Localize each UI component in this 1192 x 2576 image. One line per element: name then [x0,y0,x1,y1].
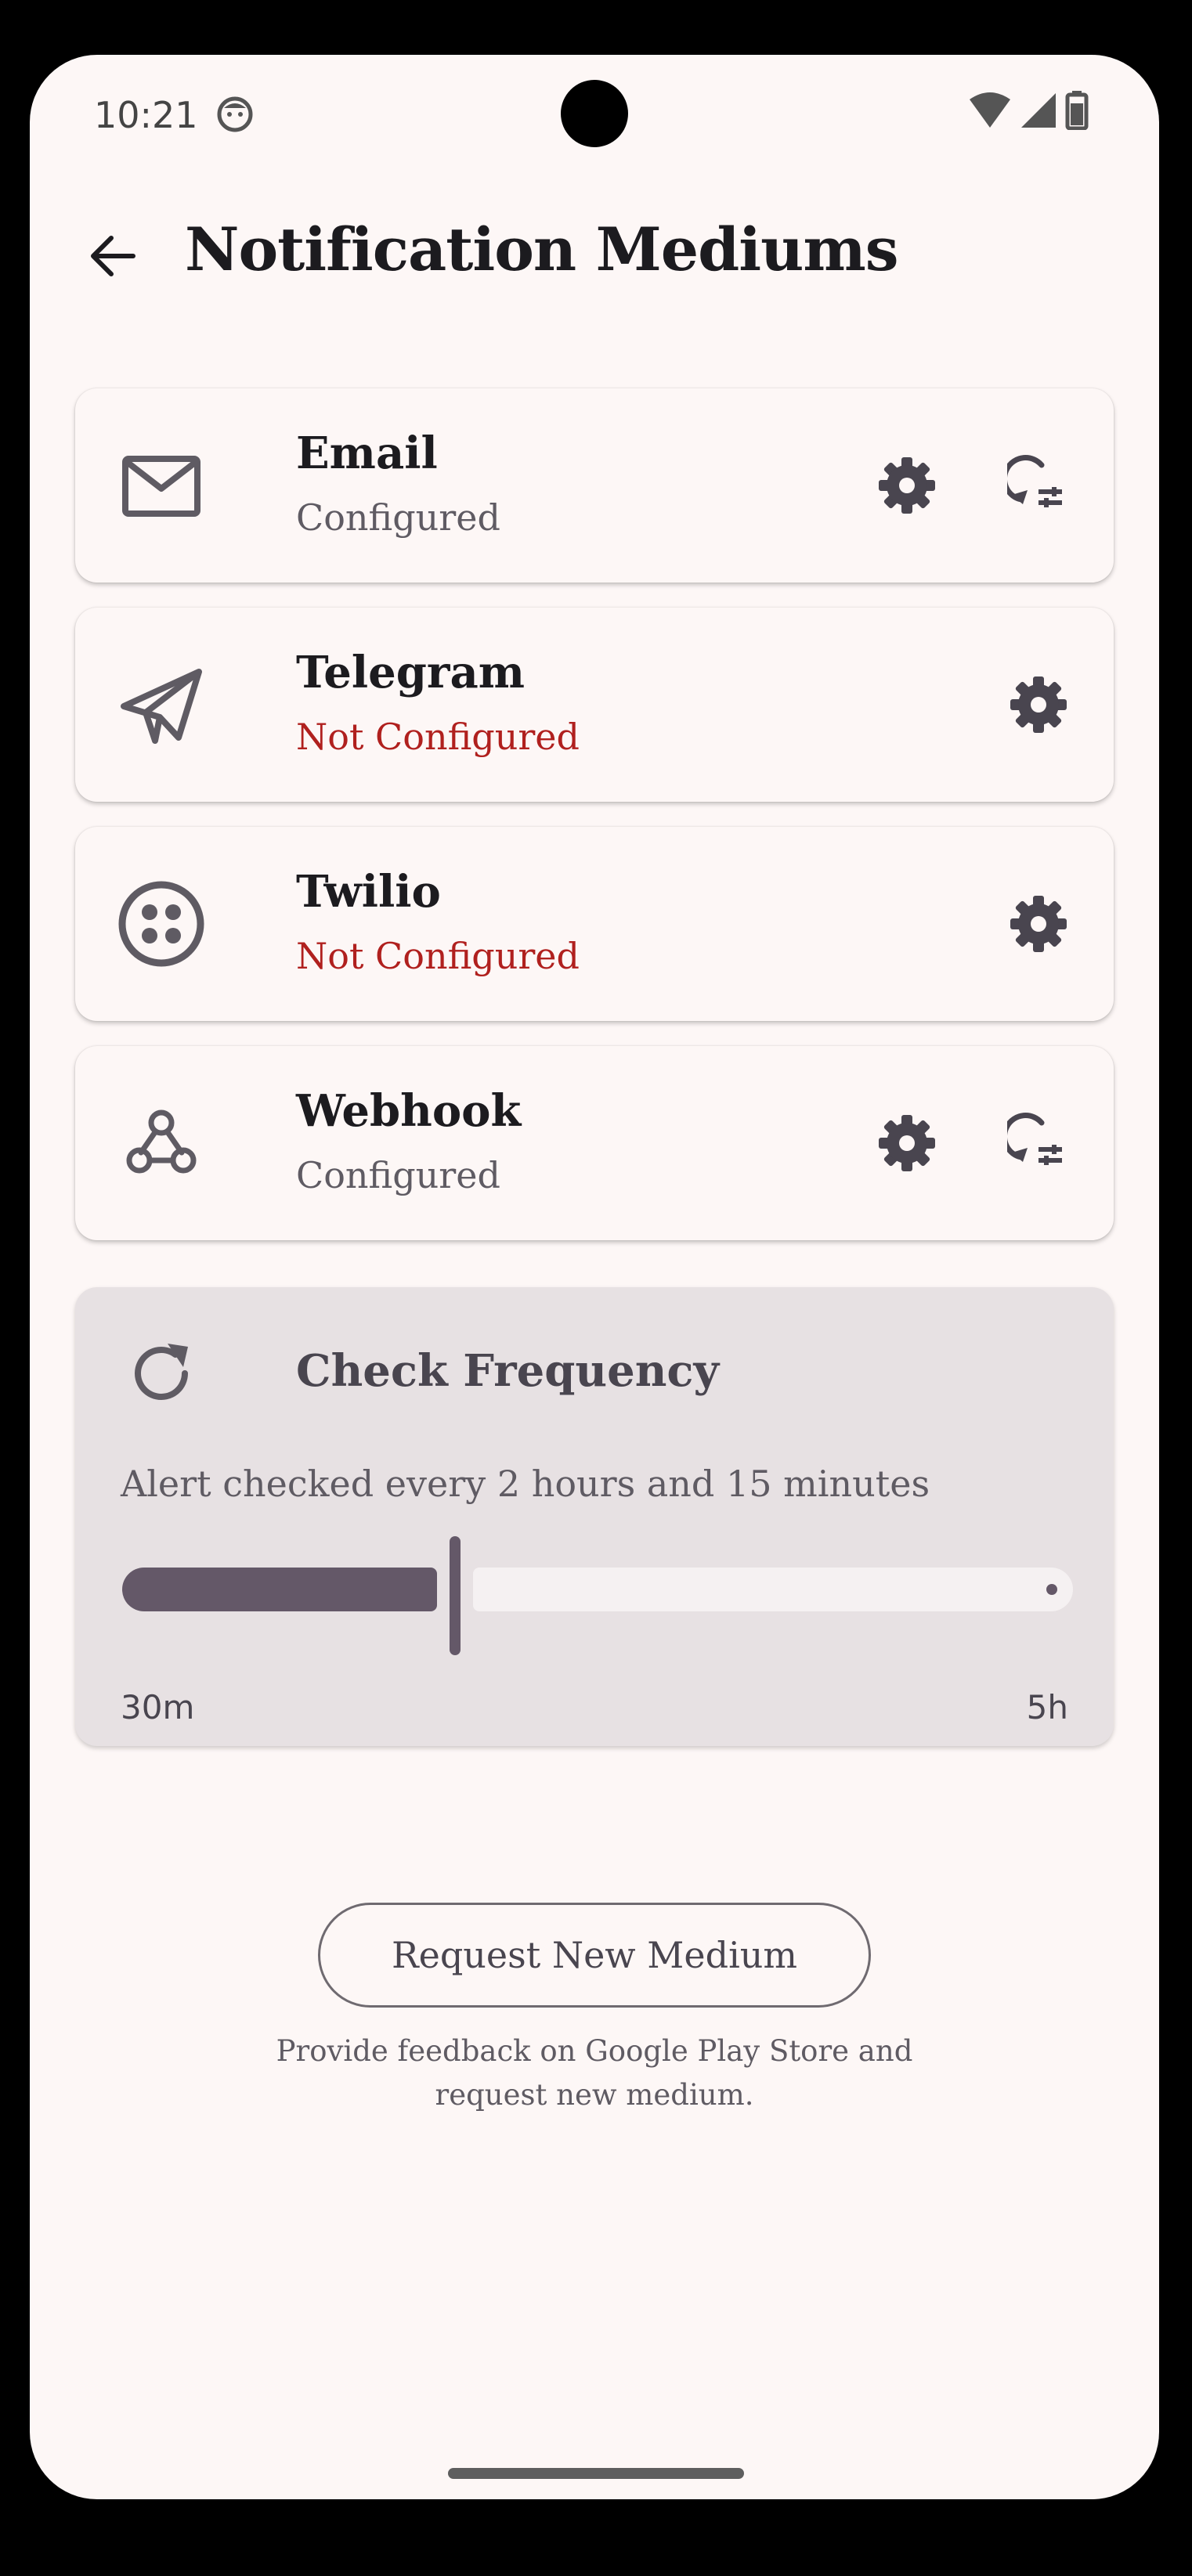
home-indicator[interactable] [448,2468,744,2479]
medium-card-telegram[interactable]: Telegram Not Configured [75,608,1114,802]
status-icons [968,91,1089,130]
slider-max-label: 5h [1026,1688,1068,1726]
medium-name: Webhook [296,1085,522,1137]
slider-inactive-track [473,1568,1073,1611]
slider-thumb[interactable] [450,1536,461,1655]
phone-screen: 10:21 Notification Mediums Email Configu… [30,55,1159,2499]
slider-stop-indicator [1046,1584,1057,1595]
request-new-medium-button[interactable]: Request New Medium [318,1903,871,2008]
gear-icon [879,1115,935,1171]
request-help-text: Provide feedback on Google Play Store an… [203,2029,986,2117]
gear-icon [879,457,935,514]
frequency-slider[interactable] [122,1536,1073,1661]
wifi-icon [970,92,1010,128]
refresh-settings-icon [1002,455,1062,507]
cell-signal-icon [1021,93,1056,128]
check-frequency-description: Alert checked every 2 hours and 15 minut… [121,1463,930,1505]
medium-name: Telegram [296,647,525,698]
check-frequency-card: Check Frequency Alert checked every 2 ho… [75,1287,1114,1746]
medium-status: Not Configured [296,935,580,977]
mail-icon [114,438,208,532]
front-camera [561,80,628,147]
slider-min-label: 30m [121,1688,195,1726]
medium-card-twilio[interactable]: Twilio Not Configured [75,827,1114,1021]
settings-button[interactable] [1007,673,1070,736]
arrow-back-icon [91,236,135,276]
page-title: Notification Mediums [185,215,899,284]
medium-status: Configured [296,1154,500,1196]
medium-card-webhook[interactable]: Webhook Configured [75,1046,1114,1240]
settings-button[interactable] [1007,893,1070,955]
request-help-line-2: request new medium. [435,2078,754,2112]
medium-status: Not Configured [296,716,580,758]
check-frequency-title: Check Frequency [296,1345,720,1397]
gear-icon [1010,896,1067,952]
battery-icon [1065,91,1089,130]
test-medium-button[interactable] [1002,1112,1070,1174]
webhook-icon [114,1096,208,1190]
back-button[interactable] [85,229,139,283]
medium-card-email[interactable]: Email Configured [75,388,1114,583]
refresh-settings-icon [1002,1113,1062,1165]
status-time: 10:21 [94,94,198,136]
test-medium-button[interactable] [1002,454,1070,517]
send-icon [114,658,208,752]
twilio-icon [114,877,208,971]
medium-name: Email [296,428,438,479]
settings-button[interactable] [876,454,938,517]
slider-active-track [122,1568,437,1611]
request-help-line-1: Provide feedback on Google Play Store an… [276,2034,913,2068]
notification-face-icon [216,96,254,136]
gear-icon [1010,676,1067,733]
medium-name: Twilio [296,866,441,918]
refresh-icon [124,1336,199,1411]
medium-status: Configured [296,496,500,539]
settings-button[interactable] [876,1112,938,1174]
